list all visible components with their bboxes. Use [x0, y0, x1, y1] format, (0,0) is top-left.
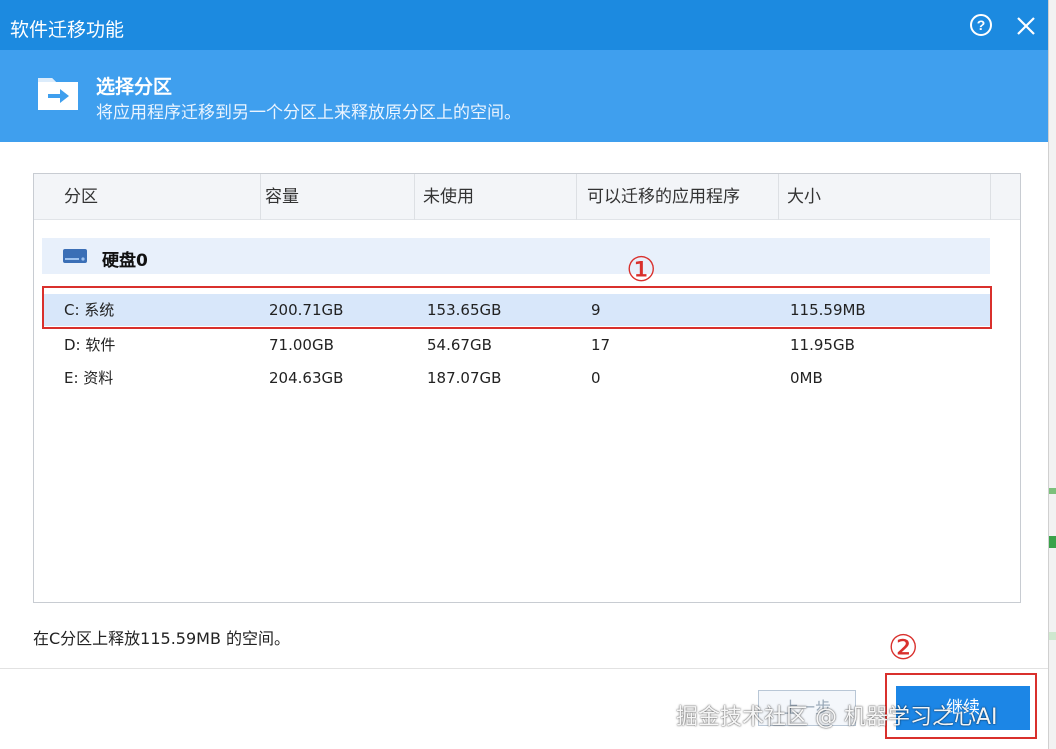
folder-move-icon: [36, 72, 80, 112]
column-header-partition[interactable]: 分区: [56, 174, 261, 220]
cell-unused: 54.67GB: [427, 336, 492, 354]
software-migration-dialog: 软件迁移功能 ? 选择分区 将应用程序迁移到另一个分区上来释放原分区上的空间。 …: [0, 0, 1048, 749]
column-header-capacity[interactable]: 容量: [257, 174, 415, 220]
cell-unused: 187.07GB: [427, 369, 502, 387]
footer-divider: [0, 668, 1048, 669]
cell-size: 0MB: [790, 369, 823, 387]
disk-group-row[interactable]: 硬盘0: [42, 238, 990, 274]
annotation-marker-2: ②: [888, 628, 919, 668]
table-row[interactable]: E: 资料 204.63GB 187.07GB 0 0MB: [42, 362, 990, 394]
free-space-info: 在C分区上释放115.59MB 的空间。: [33, 629, 291, 648]
bg-green-mark: [1049, 536, 1056, 548]
watermark-text: 掘金技术社区 @ 机器学习之心AI: [676, 705, 998, 730]
cell-apps: 0: [591, 369, 601, 387]
help-circle-icon[interactable]: ?: [970, 14, 992, 36]
column-header-size[interactable]: 大小: [779, 174, 991, 220]
cell-partition: E: 资料: [64, 369, 114, 387]
cell-apps: 17: [591, 336, 611, 354]
hard-disk-icon: [62, 248, 88, 264]
partition-table: 分区 容量 未使用 可以迁移的应用程序 大小 硬盘0 C: 系统 200.71G…: [33, 173, 1021, 603]
cell-size: 11.95GB: [790, 336, 855, 354]
step-title: 选择分区: [96, 76, 173, 98]
disk-label: 硬盘0: [102, 251, 148, 271]
table-row[interactable]: D: 软件 71.00GB 54.67GB 17 11.95GB: [42, 329, 990, 361]
cell-capacity: 204.63GB: [269, 369, 344, 387]
bg-green-mark: [1049, 632, 1056, 640]
close-icon[interactable]: [1012, 10, 1040, 40]
cell-capacity: 71.00GB: [269, 336, 334, 354]
annotation-box-selected-row: [42, 286, 992, 329]
column-header-unused[interactable]: 未使用: [415, 174, 577, 220]
cell-partition: D: 软件: [64, 336, 116, 354]
window-title: 软件迁移功能: [10, 19, 125, 41]
step-subtitle: 将应用程序迁移到另一个分区上来释放原分区上的空间。: [96, 103, 521, 123]
table-header: 分区 容量 未使用 可以迁移的应用程序 大小: [34, 174, 1020, 220]
column-header-apps[interactable]: 可以迁移的应用程序: [579, 174, 779, 220]
step-header: 选择分区 将应用程序迁移到另一个分区上来释放原分区上的空间。: [0, 50, 1048, 142]
title-bar: 软件迁移功能 ?: [0, 0, 1048, 50]
bg-green-mark: [1049, 488, 1056, 494]
background-window-edge: [1048, 0, 1056, 749]
annotation-marker-1: ①: [626, 250, 657, 290]
